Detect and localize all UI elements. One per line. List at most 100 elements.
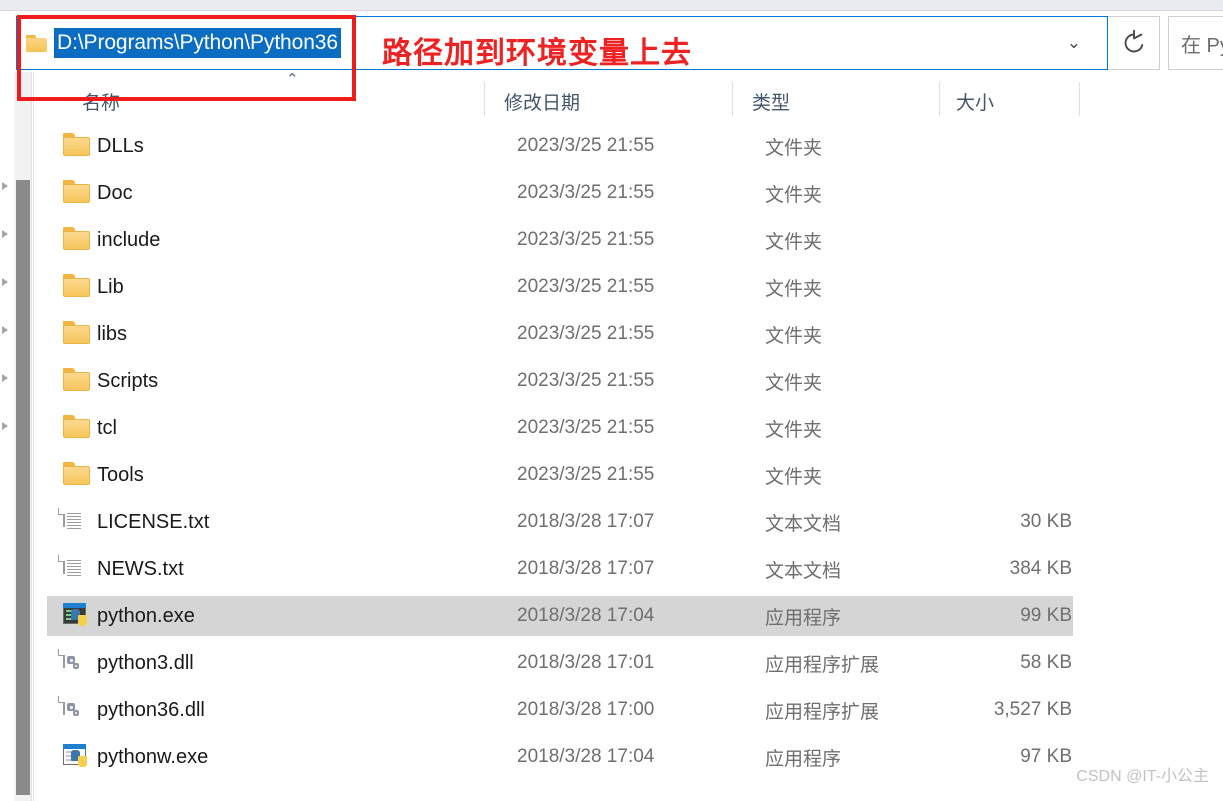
file-type: 文本文档 bbox=[765, 513, 842, 535]
file-date-modified: 2023/3/25 21:55 bbox=[517, 323, 655, 344]
tree-expand-arrow[interactable] bbox=[2, 182, 8, 190]
column-header-date-modified[interactable]: 修改日期 bbox=[504, 88, 580, 115]
python-exe-icon bbox=[63, 603, 93, 629]
file-type: 文件夹 bbox=[765, 184, 823, 206]
file-row[interactable]: tcl 2023/3/25 21:55 文件夹 bbox=[47, 408, 1073, 448]
file-name: tcl bbox=[97, 416, 117, 439]
file-date-modified: 2018/3/28 17:01 bbox=[517, 652, 655, 673]
column-header-bar: ⌃ 名称 修改日期 类型 大小 bbox=[34, 70, 1109, 122]
file-name: include bbox=[97, 228, 161, 251]
file-row[interactable]: python.exe 2018/3/28 17:04 应用程序 99 KB bbox=[47, 596, 1073, 636]
file-size: 30 KB bbox=[1020, 511, 1072, 532]
file-size: 99 KB bbox=[1020, 605, 1072, 626]
file-name: LICENSE.txt bbox=[97, 510, 210, 533]
folder-icon bbox=[63, 415, 93, 441]
file-date-modified: 2023/3/25 21:55 bbox=[517, 370, 655, 391]
folder-icon bbox=[26, 34, 48, 52]
file-name: DLLs bbox=[97, 134, 144, 157]
file-row[interactable]: libs 2023/3/25 21:55 文件夹 bbox=[47, 314, 1073, 354]
file-size: 384 KB bbox=[1009, 558, 1072, 579]
csdn-watermark: CSDN @IT-小公主 bbox=[1076, 768, 1209, 785]
tree-expand-arrow[interactable] bbox=[2, 374, 8, 382]
column-divider[interactable] bbox=[1079, 82, 1080, 116]
file-type: 应用程序扩展 bbox=[765, 701, 880, 723]
chevron-down-icon[interactable]: ⌄ bbox=[1067, 34, 1081, 52]
column-divider[interactable] bbox=[484, 82, 485, 116]
file-type: 文件夹 bbox=[765, 372, 823, 394]
file-date-modified: 2018/3/28 17:04 bbox=[517, 605, 655, 626]
folder-icon bbox=[63, 274, 93, 300]
file-type: 文件夹 bbox=[765, 231, 823, 253]
folder-icon bbox=[63, 227, 93, 253]
file-name: Lib bbox=[97, 275, 124, 298]
file-type: 文件夹 bbox=[765, 278, 823, 300]
file-date-modified: 2023/3/25 21:55 bbox=[517, 464, 655, 485]
folder-icon bbox=[63, 462, 93, 488]
address-path-text[interactable]: D:\Programs\Python\Python36 bbox=[54, 28, 341, 58]
file-type: 文件夹 bbox=[765, 466, 823, 488]
file-row[interactable]: Scripts 2023/3/25 21:55 文件夹 bbox=[47, 361, 1073, 401]
sort-ascending-caret: ⌃ bbox=[286, 70, 299, 88]
file-explorer-window: D:\Programs\Python\Python36 ⌄ 在 Py ⌃ 名称 … bbox=[0, 0, 1223, 801]
tree-expand-arrow[interactable] bbox=[2, 326, 8, 334]
file-date-modified: 2023/3/25 21:55 bbox=[517, 417, 655, 438]
file-row[interactable]: Tools 2023/3/25 21:55 文件夹 bbox=[47, 455, 1073, 495]
file-name: python36.dll bbox=[97, 698, 205, 721]
file-row[interactable]: Lib 2023/3/25 21:55 文件夹 bbox=[47, 267, 1073, 307]
file-size: 3,527 KB bbox=[993, 699, 1072, 720]
refresh-button[interactable] bbox=[1108, 16, 1160, 70]
file-name: Doc bbox=[97, 181, 133, 204]
file-date-modified: 2018/3/28 17:07 bbox=[517, 558, 655, 579]
folder-icon bbox=[63, 180, 93, 206]
file-date-modified: 2023/3/25 21:55 bbox=[517, 229, 655, 250]
file-date-modified: 2023/3/25 21:55 bbox=[517, 182, 655, 203]
search-input[interactable]: 在 Py bbox=[1169, 29, 1223, 58]
tree-expand-arrow[interactable] bbox=[2, 230, 8, 238]
annotation-text: 路径加到环境变量上去 bbox=[382, 37, 692, 70]
file-type: 文件夹 bbox=[765, 137, 823, 159]
pythonw-exe-icon bbox=[63, 744, 93, 770]
text-file-icon bbox=[58, 508, 93, 535]
file-row[interactable]: pythonw.exe 2018/3/28 17:04 应用程序 97 KB bbox=[47, 737, 1073, 777]
folder-icon bbox=[63, 368, 93, 394]
file-name: libs bbox=[97, 322, 128, 345]
file-name: pythonw.exe bbox=[97, 745, 209, 768]
column-header-type[interactable]: 类型 bbox=[752, 88, 790, 115]
file-row[interactable]: NEWS.txt 2018/3/28 17:07 文本文档 384 KB bbox=[47, 549, 1073, 589]
file-row[interactable]: python36.dll 2018/3/28 17:00 应用程序扩展 3,527 K… bbox=[47, 690, 1073, 730]
file-type: 文件夹 bbox=[765, 325, 823, 347]
file-name: NEWS.txt bbox=[97, 557, 184, 580]
dll-file-icon bbox=[58, 649, 93, 676]
tree-expand-arrow[interactable] bbox=[2, 278, 8, 286]
file-size: 58 KB bbox=[1020, 652, 1072, 673]
column-header-name[interactable]: 名称 bbox=[82, 88, 120, 115]
file-type: 应用程序 bbox=[765, 607, 842, 629]
file-type: 文件夹 bbox=[765, 419, 823, 441]
file-list: DLLs 2023/3/25 21:55 文件夹 Doc 2023/3/25 21:55… bbox=[34, 122, 1223, 801]
vertical-scrollbar-thumb[interactable] bbox=[16, 180, 30, 795]
navigation-pane bbox=[0, 72, 14, 801]
file-date-modified: 2018/3/28 17:07 bbox=[517, 511, 655, 532]
file-name: python3.dll bbox=[97, 651, 194, 674]
file-row[interactable]: Doc 2023/3/25 21:55 文件夹 bbox=[47, 173, 1073, 213]
file-row[interactable]: include 2023/3/25 21:55 文件夹 bbox=[47, 220, 1073, 260]
refresh-icon bbox=[1124, 30, 1143, 53]
folder-icon bbox=[63, 133, 93, 159]
file-size: 97 KB bbox=[1020, 746, 1072, 767]
file-row[interactable]: python3.dll 2018/3/28 17:01 应用程序扩展 58 KB bbox=[47, 643, 1073, 683]
column-divider[interactable] bbox=[732, 82, 733, 116]
text-file-icon bbox=[58, 555, 93, 582]
file-name: Tools bbox=[97, 463, 144, 486]
tree-expand-arrow[interactable] bbox=[2, 422, 8, 430]
column-divider[interactable] bbox=[939, 82, 940, 116]
file-row[interactable]: DLLs 2023/3/25 21:55 文件夹 bbox=[47, 126, 1073, 166]
column-header-size[interactable]: 大小 bbox=[956, 88, 994, 115]
file-date-modified: 2018/3/28 17:04 bbox=[517, 746, 655, 767]
file-date-modified: 2018/3/28 17:00 bbox=[517, 699, 655, 720]
file-type: 应用程序 bbox=[765, 748, 842, 770]
file-row[interactable]: LICENSE.txt 2018/3/28 17:07 文本文档 30 KB bbox=[47, 502, 1073, 542]
search-box[interactable]: 在 Py bbox=[1168, 16, 1223, 70]
file-name: python.exe bbox=[97, 604, 195, 627]
file-type: 应用程序扩展 bbox=[765, 654, 880, 676]
file-date-modified: 2023/3/25 21:55 bbox=[517, 276, 655, 297]
